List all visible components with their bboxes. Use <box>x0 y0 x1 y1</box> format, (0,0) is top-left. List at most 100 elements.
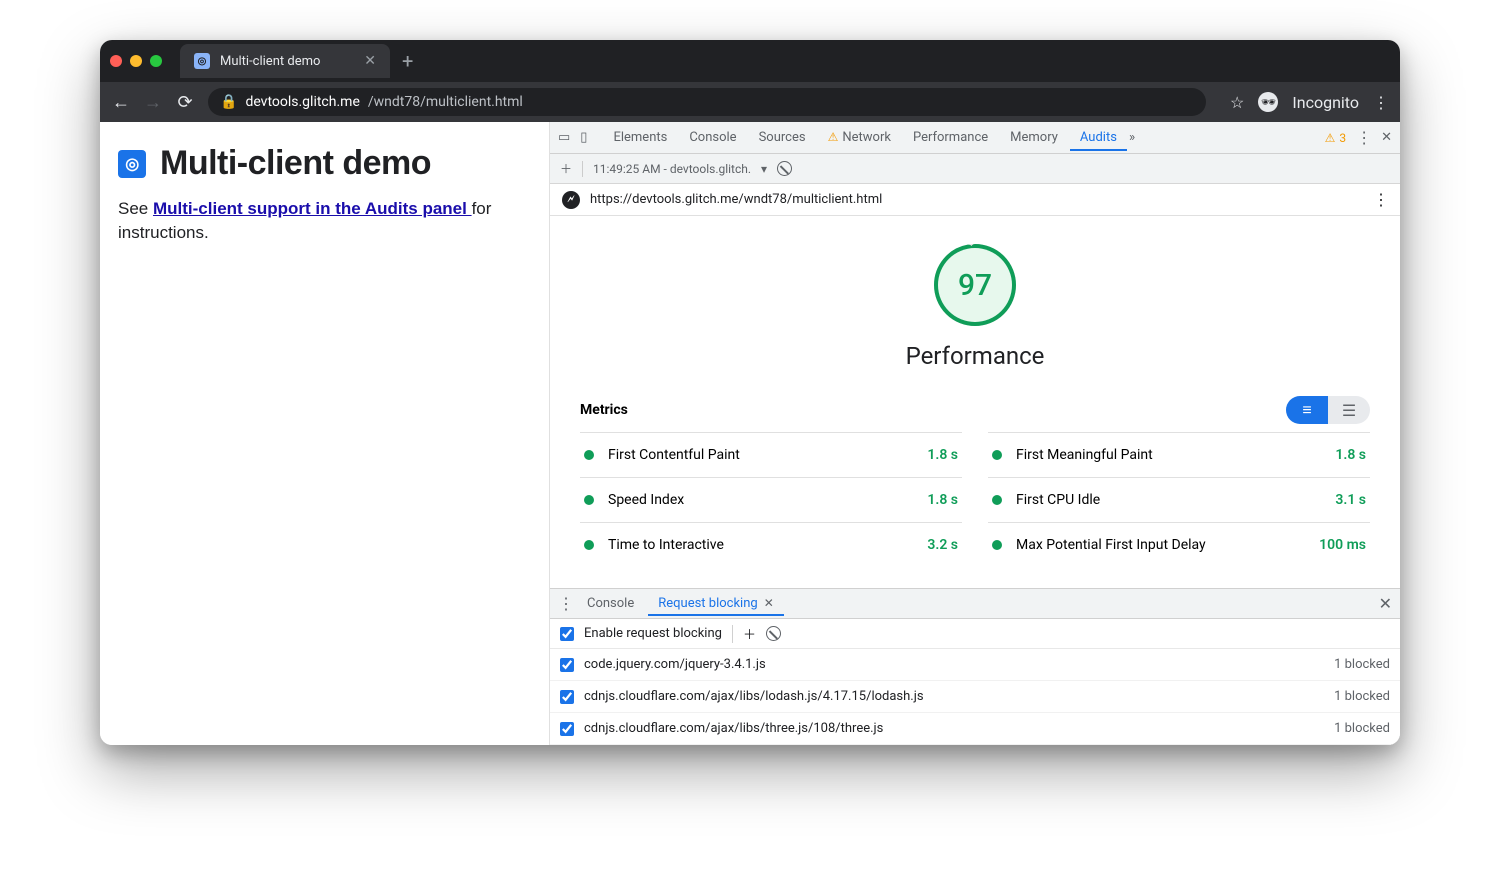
dropdown-icon[interactable]: ▾ <box>761 162 767 176</box>
pattern-count: 1 blocked <box>1334 721 1390 736</box>
pattern-count: 1 blocked <box>1334 657 1390 672</box>
separator <box>732 625 733 643</box>
browser-tab[interactable]: ◎ Multi-client demo ✕ <box>180 44 390 78</box>
devtools-drawer: ⋮ Console Request blocking✕ ✕ Enable req… <box>550 588 1400 745</box>
warnings-count: 3 <box>1339 131 1346 145</box>
remove-all-patterns-icon[interactable] <box>766 626 781 641</box>
favicon-icon: ◎ <box>194 53 210 69</box>
performance-score: 97 <box>938 248 1012 322</box>
drawer-tab-console[interactable]: Console <box>577 591 644 616</box>
metric-row: First Meaningful Paint 1.8 s <box>988 432 1370 477</box>
audits-toolbar: ＋ 11:49:25 AM - devtools.glitch. ▾ <box>550 154 1400 184</box>
tab-audits[interactable]: Audits <box>1070 124 1127 151</box>
metric-row: Max Potential First Input Delay100 ms <box>988 522 1370 567</box>
devtools-panel: ▭ ▯ Elements Console Sources Network Per… <box>550 122 1400 745</box>
metrics-view-toggle[interactable]: ≡ ☰ <box>1286 396 1370 424</box>
page-logo-icon: ◎ <box>118 150 146 178</box>
pattern-checkbox[interactable] <box>560 658 574 672</box>
close-tab-icon[interactable]: ✕ <box>364 53 376 69</box>
tab-network[interactable]: Network <box>818 124 901 151</box>
enable-request-blocking-label: Enable request blocking <box>584 626 722 641</box>
metric-value: 1.8 s <box>927 492 958 508</box>
minimize-window-icon[interactable] <box>130 55 142 67</box>
devtools-close-icon[interactable]: ✕ <box>1381 130 1392 145</box>
category-title: Performance <box>906 342 1045 370</box>
metric-value: 1.8 s <box>927 447 958 463</box>
tab-console[interactable]: Console <box>679 124 746 151</box>
inspect-element-icon[interactable]: ▭ <box>558 130 570 145</box>
content-split: ◎ Multi-client demo See Multi-client sup… <box>100 122 1400 745</box>
devtools-settings-button[interactable]: ⋮ <box>1356 128 1371 147</box>
status-dot-icon <box>992 540 1002 550</box>
new-tab-button[interactable]: + <box>402 49 413 73</box>
metric-name: Speed Index <box>608 492 684 508</box>
clear-audits-icon[interactable] <box>777 161 792 176</box>
reload-button[interactable]: ⟳ <box>176 92 194 113</box>
toggle-condensed-icon[interactable]: ≡ <box>1286 396 1328 424</box>
blocked-pattern-row[interactable]: cdnjs.cloudflare.com/ajax/libs/three.js/… <box>550 713 1400 745</box>
status-dot-icon <box>992 495 1002 505</box>
report-menu-button[interactable]: ⋮ <box>1373 190 1388 209</box>
metric-row: Speed Index 1.8 s <box>580 477 962 522</box>
back-button[interactable]: ← <box>112 92 130 113</box>
instructions-link[interactable]: Multi-client support in the Audits panel <box>153 199 472 218</box>
status-dot-icon <box>584 450 594 460</box>
metrics-heading: Metrics <box>580 402 628 418</box>
tab-performance[interactable]: Performance <box>903 124 998 151</box>
metric-row: First Contentful Paint1.8 s <box>580 432 962 477</box>
browser-toolbar: ← → ⟳ 🔒 devtools.glitch.me/wndt78/multic… <box>100 82 1400 122</box>
url-path: /wndt78/multiclient.html <box>368 94 523 110</box>
url-host: devtools.glitch.me <box>245 94 359 110</box>
devtools-tabs: ▭ ▯ Elements Console Sources Network Per… <box>550 122 1400 154</box>
warnings-badge[interactable]: ⚠ 3 <box>1325 131 1347 145</box>
page-heading: Multi-client demo <box>160 144 431 183</box>
maximize-window-icon[interactable] <box>150 55 162 67</box>
audit-selector[interactable]: 11:49:25 AM - devtools.glitch. <box>593 162 751 176</box>
metric-row: First CPU Idle3.1 s <box>988 477 1370 522</box>
blocked-patterns-list: code.jquery.com/jquery-3.4.1.js 1 blocked… <box>550 649 1400 745</box>
drawer-tab-request-blocking[interactable]: Request blocking✕ <box>648 591 784 616</box>
blocked-pattern-row[interactable]: cdnjs.cloudflare.com/ajax/libs/lodash.js… <box>550 681 1400 713</box>
close-window-icon[interactable] <box>110 55 122 67</box>
pattern-text: code.jquery.com/jquery-3.4.1.js <box>584 657 766 672</box>
forward-button[interactable]: → <box>144 92 162 113</box>
drawer-tabs: ⋮ Console Request blocking✕ ✕ <box>550 589 1400 619</box>
metric-value: 1.8 s <box>1335 447 1366 463</box>
more-tabs-icon[interactable]: » <box>1129 130 1135 145</box>
close-drawer-tab-icon[interactable]: ✕ <box>764 596 774 610</box>
incognito-label: Incognito <box>1292 93 1359 112</box>
drawer-menu-button[interactable]: ⋮ <box>558 594 573 613</box>
drawer-close-icon[interactable]: ✕ <box>1379 594 1392 613</box>
status-dot-icon <box>584 495 594 505</box>
lock-icon: 🔒 <box>220 94 237 110</box>
tab-strip: ◎ Multi-client demo ✕ + <box>100 40 1400 82</box>
tab-title: Multi-client demo <box>220 54 320 69</box>
pattern-text: cdnjs.cloudflare.com/ajax/libs/lodash.js… <box>584 689 924 704</box>
new-audit-button[interactable]: ＋ <box>560 160 572 177</box>
blocked-pattern-row[interactable]: code.jquery.com/jquery-3.4.1.js 1 blocked <box>550 649 1400 681</box>
add-pattern-button[interactable]: ＋ <box>743 624 756 643</box>
device-toolbar-icon[interactable]: ▯ <box>580 130 587 145</box>
tab-memory[interactable]: Memory <box>1000 124 1068 151</box>
enable-request-blocking-checkbox[interactable] <box>560 627 574 641</box>
pattern-count: 1 blocked <box>1334 689 1390 704</box>
metric-name: First CPU Idle <box>1016 492 1100 508</box>
status-dot-icon <box>992 450 1002 460</box>
page-heading-row: ◎ Multi-client demo <box>118 144 531 183</box>
tab-elements[interactable]: Elements <box>603 124 677 151</box>
pattern-checkbox[interactable] <box>560 722 574 736</box>
incognito-icon: 🕶 <box>1258 92 1278 112</box>
address-bar[interactable]: 🔒 devtools.glitch.me/wndt78/multiclient.… <box>208 88 1206 116</box>
bookmark-icon[interactable]: ☆ <box>1230 93 1244 112</box>
metric-name: First Meaningful Paint <box>1016 447 1153 463</box>
metric-name: Time to Interactive <box>608 537 724 553</box>
browser-menu-button[interactable]: ⋮ <box>1373 93 1388 112</box>
tab-sources[interactable]: Sources <box>749 124 816 151</box>
audit-url-bar: 🗲 https://devtools.glitch.me/wndt78/mult… <box>550 184 1400 216</box>
toggle-expanded-icon[interactable]: ☰ <box>1328 396 1370 424</box>
status-dot-icon <box>584 540 594 550</box>
metric-value: 100 ms <box>1319 537 1366 553</box>
page-text: See <box>118 199 153 218</box>
browser-window: ◎ Multi-client demo ✕ + ← → ⟳ 🔒 devtools… <box>100 40 1400 745</box>
pattern-checkbox[interactable] <box>560 690 574 704</box>
